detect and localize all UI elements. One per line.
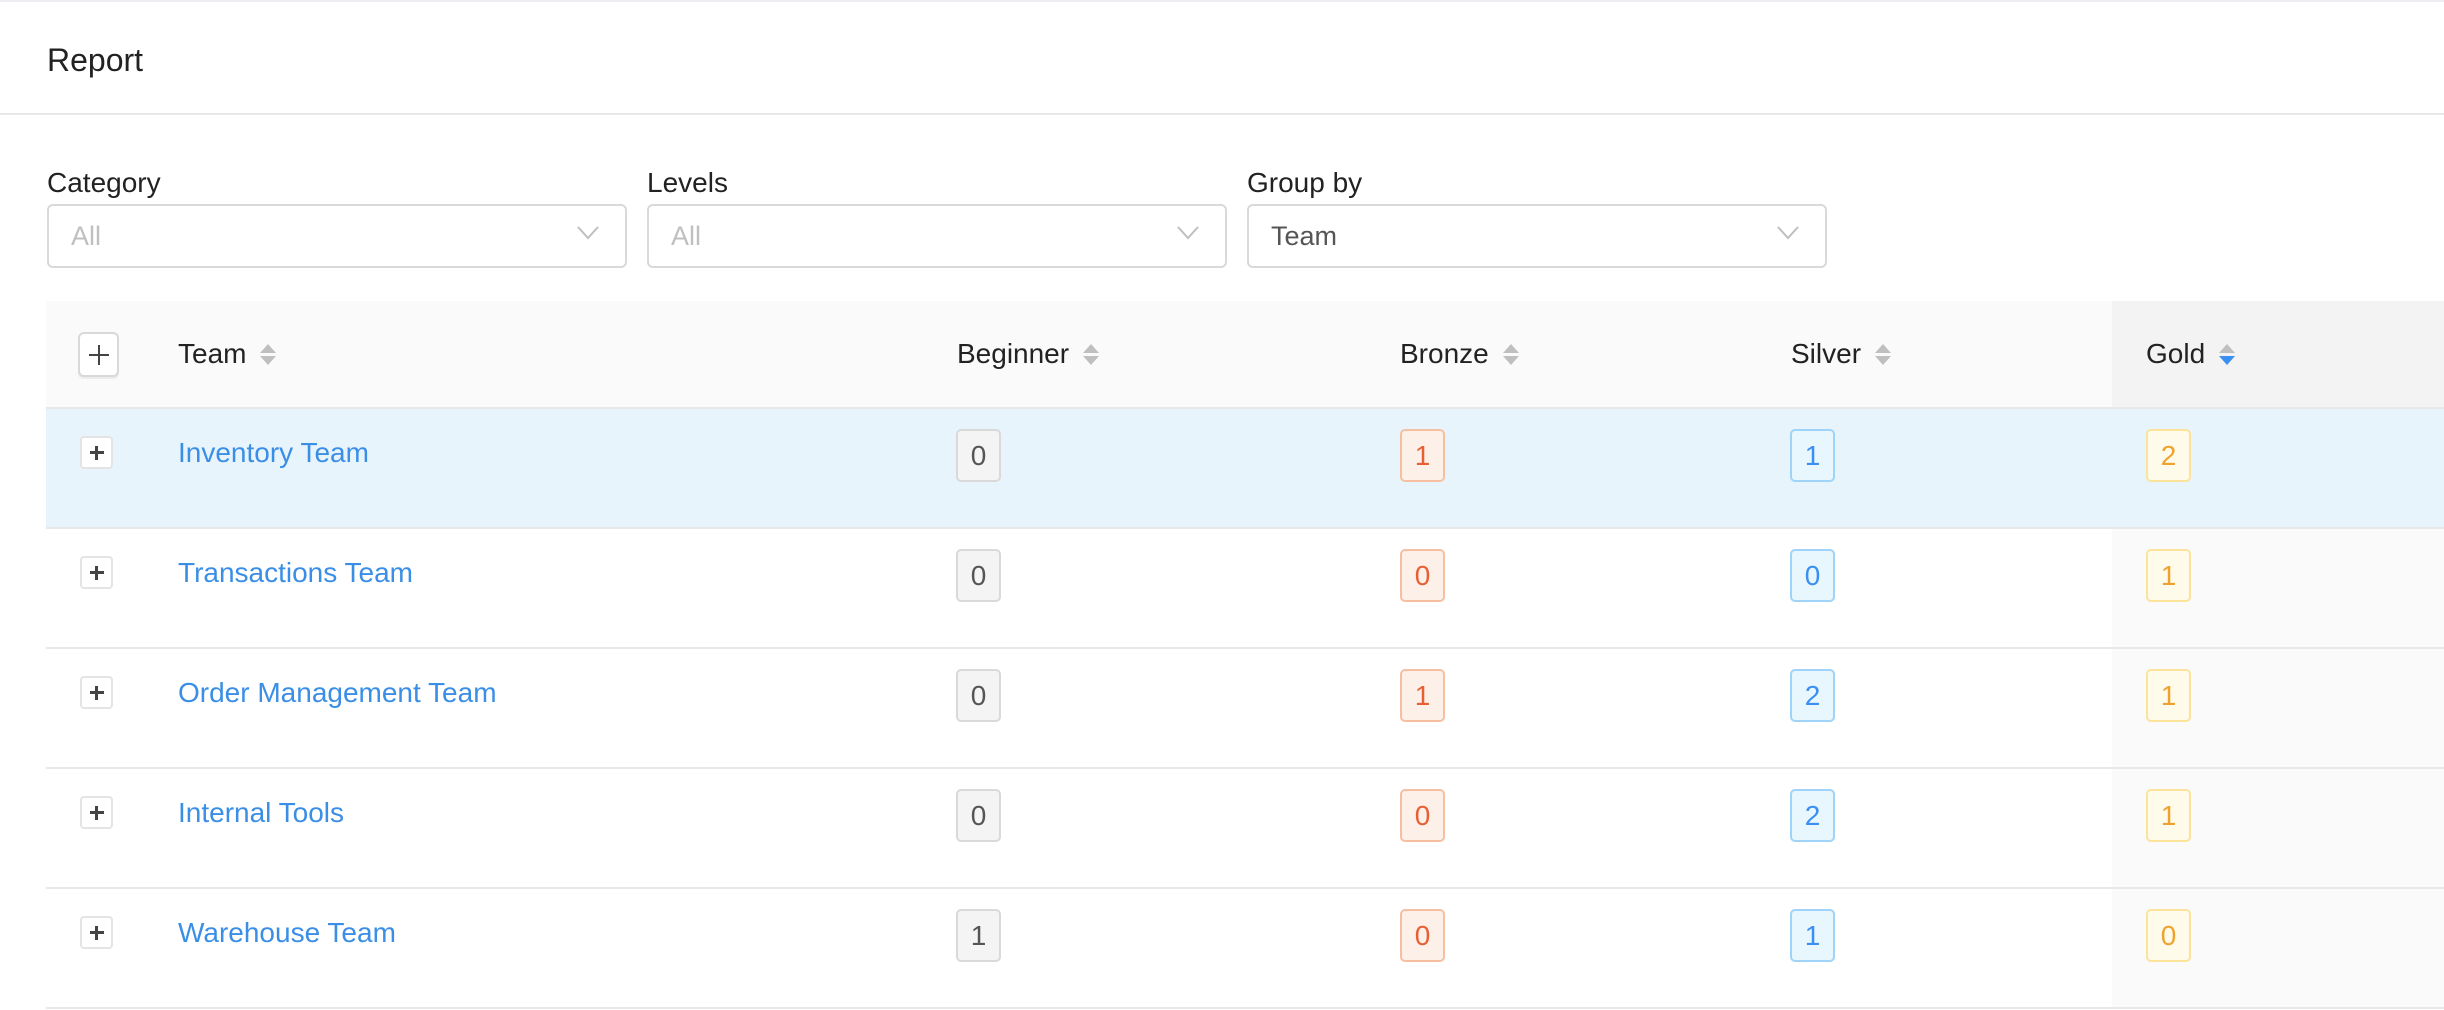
row-expand-button[interactable] <box>80 676 113 709</box>
silver-count-badge: 1 <box>1790 429 1835 482</box>
chevron-down-icon <box>577 226 599 240</box>
column-header-label: Bronze <box>1400 338 1489 369</box>
beginner-count-badge: 0 <box>956 549 1001 602</box>
beginner-count-badge: 0 <box>956 789 1001 842</box>
report-table: Team Beginner Bronze Silver Gold Invento… <box>46 301 2444 1009</box>
group-by-select[interactable]: Team <box>1247 204 1827 268</box>
team-link[interactable]: Order Management Team <box>178 673 497 713</box>
beginner-count-badge: 1 <box>956 909 1001 962</box>
silver-count-badge: 2 <box>1790 669 1835 722</box>
bronze-count-badge: 1 <box>1400 669 1445 722</box>
sort-icon-active[interactable] <box>2219 343 2236 365</box>
page-header: Report <box>0 2 2444 115</box>
gold-count-badge: 0 <box>2146 909 2191 962</box>
sort-icon[interactable] <box>1875 343 1892 365</box>
group-by-label: Group by <box>1247 167 1363 198</box>
column-header-label: Beginner <box>957 338 1070 369</box>
category-filter: Category All <box>47 166 627 268</box>
silver-count-badge: 2 <box>1790 789 1835 842</box>
chevron-down-icon <box>1777 226 1799 240</box>
gold-count-badge: 1 <box>2146 549 2191 602</box>
bronze-count-badge: 0 <box>1400 789 1445 842</box>
gold-count-badge: 1 <box>2146 669 2191 722</box>
column-header-label: Gold <box>2146 338 2206 369</box>
levels-select-value: All <box>671 221 702 251</box>
gold-count-badge: 1 <box>2146 789 2191 842</box>
table-body: Inventory Team 0 1 1 2 Transactions Team… <box>46 409 2444 1009</box>
table-row[interactable]: Internal Tools 0 0 2 1 <box>46 769 2444 889</box>
expand-all-button[interactable] <box>78 332 119 377</box>
column-header-bronze[interactable]: Bronze <box>1400 301 1519 407</box>
levels-select[interactable]: All <box>647 204 1227 268</box>
team-link[interactable]: Inventory Team <box>178 433 369 473</box>
column-header-label: Team <box>178 338 247 369</box>
row-expand-button[interactable] <box>80 436 113 469</box>
silver-count-badge: 1 <box>1790 909 1835 962</box>
sort-icon[interactable] <box>1083 343 1100 365</box>
row-expand-button[interactable] <box>80 796 113 829</box>
silver-count-badge: 0 <box>1790 549 1835 602</box>
table-header: Team Beginner Bronze Silver Gold <box>46 301 2444 409</box>
category-label: Category <box>47 167 161 198</box>
table-row[interactable]: Transactions Team 0 0 0 1 <box>46 529 2444 649</box>
bronze-count-badge: 0 <box>1400 549 1445 602</box>
gold-count-badge: 2 <box>2146 429 2191 482</box>
column-header-gold[interactable]: Gold <box>2146 301 2236 407</box>
group-by-select-value: Team <box>1271 221 1338 251</box>
row-expand-button[interactable] <box>80 916 113 949</box>
bronze-count-badge: 0 <box>1400 909 1445 962</box>
levels-label: Levels <box>647 167 728 198</box>
column-header-label: Silver <box>1791 338 1862 369</box>
column-header-team[interactable]: Team <box>178 301 277 407</box>
column-header-silver[interactable]: Silver <box>1791 301 1892 407</box>
category-select-value: All <box>71 221 102 251</box>
team-link[interactable]: Transactions Team <box>178 553 413 593</box>
team-link[interactable]: Warehouse Team <box>178 913 396 953</box>
beginner-count-badge: 0 <box>956 429 1001 482</box>
sort-icon[interactable] <box>1502 343 1519 365</box>
beginner-count-badge: 0 <box>956 669 1001 722</box>
levels-filter: Levels All <box>647 166 1227 268</box>
team-link[interactable]: Internal Tools <box>178 793 344 833</box>
column-header-beginner[interactable]: Beginner <box>957 301 1100 407</box>
chevron-down-icon <box>1177 226 1199 240</box>
table-row[interactable]: Order Management Team 0 1 2 1 <box>46 649 2444 769</box>
table-row[interactable]: Warehouse Team 1 0 1 0 <box>46 889 2444 1009</box>
row-expand-button[interactable] <box>80 556 113 589</box>
bronze-count-badge: 1 <box>1400 429 1445 482</box>
page-title: Report <box>47 42 144 78</box>
sort-icon[interactable] <box>260 343 277 365</box>
table-row[interactable]: Inventory Team 0 1 1 2 <box>46 409 2444 529</box>
group-by-filter: Group by Team <box>1247 166 1827 268</box>
category-select[interactable]: All <box>47 204 627 268</box>
